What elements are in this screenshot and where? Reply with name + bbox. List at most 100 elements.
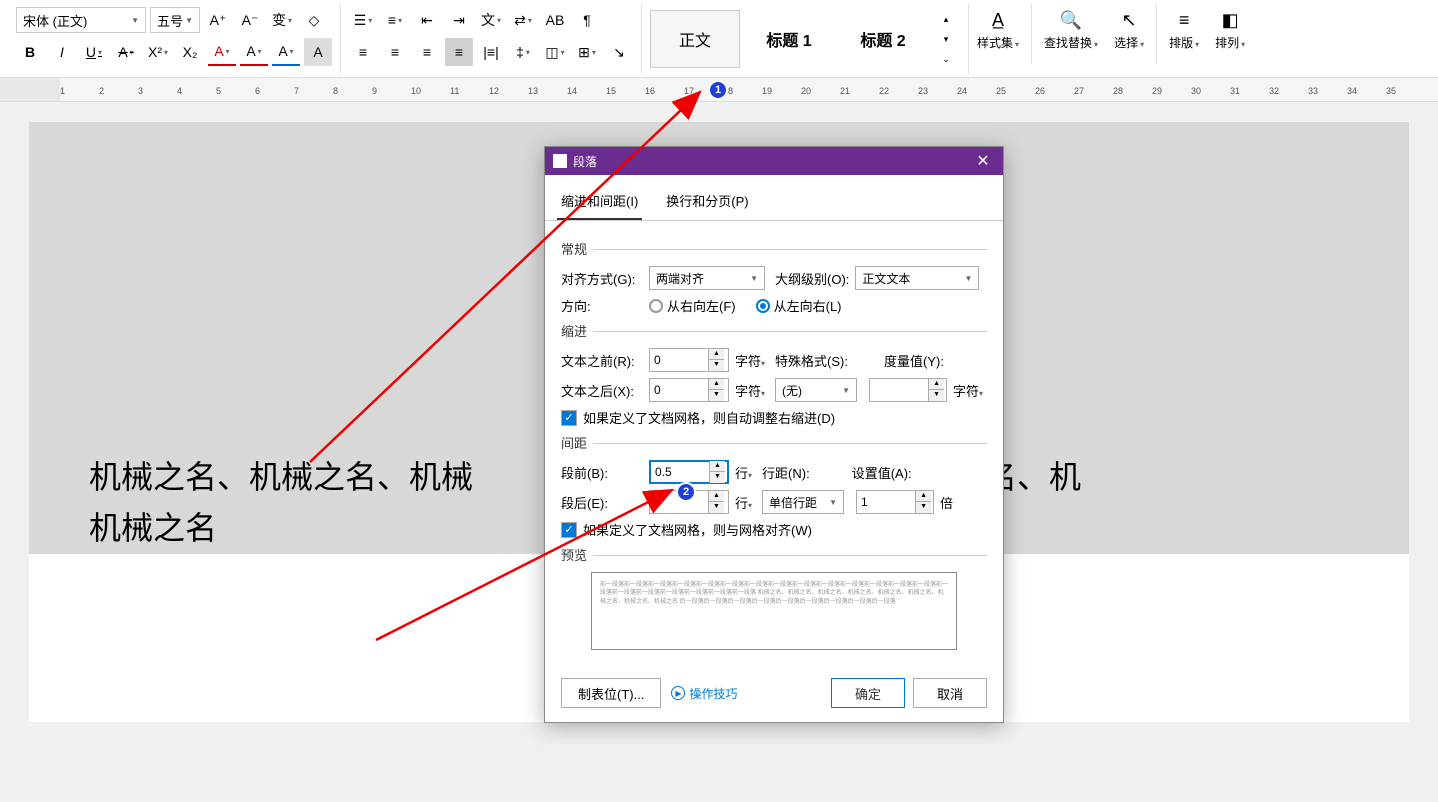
direction-ltr-radio[interactable]: 从左向右(L) [756,296,842,315]
annotation-badge-2: 2 [676,482,696,502]
outline-dropdown[interactable]: 正文文本▼ [855,266,979,290]
sort-button[interactable]: ⇄▾ [509,6,537,34]
borders-button[interactable]: ⊞▾ [573,38,601,66]
styleset-button[interactable]: A̲ 样式集▾ [969,4,1027,55]
styles-up-button[interactable]: ▴ [932,10,960,28]
direction-rtl-radio[interactable]: 从右向左(F) [649,296,736,315]
tab-line-page-breaks[interactable]: 换行和分页(P) [662,183,752,220]
indent-after-spinner[interactable]: ▲▼ [649,378,729,402]
decrease-indent-button[interactable]: ⇤ [413,6,441,34]
styles-more-button[interactable]: ⌄ [932,50,960,68]
paragraph-dialog: 段落 ✕ 缩进和间距(I) 换行和分页(P) 常规 对齐方式(G): 两端对齐▼… [544,146,1004,723]
space-before-label: 段前(B): [561,463,643,482]
clear-format-button[interactable]: ◇ [300,6,328,34]
space-unit: 行▾ [735,463,752,482]
direction-label: 方向: [561,296,643,315]
indent-after-input[interactable] [650,381,708,399]
highlight-button[interactable]: A▾ [240,38,268,66]
bullets-button[interactable]: ☰▾ [349,6,377,34]
select-button[interactable]: ↖ 选择▾ [1106,4,1152,55]
style-heading2[interactable]: 标题 2 [838,10,928,68]
cancel-button[interactable]: 取消 [913,678,987,708]
indent-before-label: 文本之前(R): [561,351,643,370]
line-spacing-button[interactable]: ‡▾ [509,38,537,66]
setvalue-spinner[interactable]: ▲▼ [856,490,934,514]
dialog-titlebar[interactable]: 段落 ✕ [545,147,1003,175]
cursor-icon: ↖ [1117,8,1141,32]
layout-button[interactable]: ≡ 排版▾ [1161,4,1207,55]
font-group: 宋体 (正文)▼ 五号▼ A⁺ A⁻ 变▾ ◇ B I U▾ A▾ X²▾ X₂… [8,4,341,74]
align-justify-button[interactable]: ≡ [445,38,473,66]
font-name-select[interactable]: 宋体 (正文)▼ [16,7,146,33]
shrink-font-button[interactable]: A⁻ [236,6,264,34]
strikethrough-button[interactable]: A▾ [112,38,140,66]
setvalue-input[interactable] [857,493,915,511]
font-color-button[interactable]: A▾ [208,38,236,66]
space-after-label: 段后(E): [561,493,643,512]
linespace-label: 行距(N): [762,463,810,482]
arrange-icon: ◧ [1218,8,1242,32]
superscript-button[interactable]: X²▾ [144,38,172,66]
tab-char-button[interactable]: AB [541,6,569,34]
italic-button[interactable]: I [48,38,76,66]
style-heading1[interactable]: 标题 1 [744,10,834,68]
align-center-button[interactable]: ≡ [381,38,409,66]
char-shading-button[interactable]: A▾ [272,38,300,66]
tabstops-button[interactable]: 制表位(T)... [561,678,661,708]
space-before-input[interactable] [651,463,709,481]
styles-down-button[interactable]: ▾ [932,30,960,48]
tips-link[interactable]: ▶ 操作技巧 [671,685,737,702]
dialog-title-text: 段落 [573,153,597,170]
measure-spinner[interactable]: ▲▼ [869,378,947,402]
measure-label: 度量值(Y): [884,351,944,370]
char-border-button[interactable]: A [304,38,332,66]
tab-indent-spacing[interactable]: 缩进和间距(I) [557,183,642,220]
arrange-button[interactable]: ◧ 排列▾ [1207,4,1253,55]
indent-before-spinner[interactable]: ▲▼ [649,348,729,372]
font-size-select[interactable]: 五号▼ [150,7,200,33]
find-replace-button[interactable]: 🔍 查找替换▾ [1036,4,1106,55]
alignment-dropdown[interactable]: 两端对齐▼ [649,266,765,290]
paragraph-dialog-launcher[interactable]: ↘ [605,38,633,66]
indent-after-label: 文本之后(X): [561,381,643,400]
show-marks-button[interactable]: ¶ [573,6,601,34]
grow-font-button[interactable]: A⁺ [204,6,232,34]
underline-button[interactable]: U▾ [80,38,108,66]
indent-unit2: 字符▾ [735,381,765,400]
indent-before-input[interactable] [650,351,708,369]
dialog-tabs: 缩进和间距(I) 换行和分页(P) [545,175,1003,221]
distribute-button[interactable]: |≡| [477,38,505,66]
close-icon[interactable]: ✕ [971,151,995,171]
alignment-label: 对齐方式(G): [561,269,643,288]
numbering-button[interactable]: ≡▾ [381,6,409,34]
change-case-button[interactable]: 变▾ [268,6,296,34]
section-general: 常规 [561,239,987,258]
section-preview: 预览 [561,545,987,564]
search-icon: 🔍 [1059,8,1083,32]
grid-align-checkbox[interactable]: ✓如果定义了文档网格，则与网格对齐(W) [561,520,812,539]
bold-button[interactable]: B [16,38,44,66]
annotation-badge-1: 1 [708,80,728,100]
grid-indent-checkbox[interactable]: ✓如果定义了文档网格，则自动调整右缩进(D) [561,408,835,427]
special-dropdown[interactable]: (无)▼ [775,378,857,402]
shading-button[interactable]: ◫▾ [541,38,569,66]
subscript-button[interactable]: X₂ [176,38,204,66]
measure-input[interactable] [870,381,928,399]
styles-group: 正文 标题 1 标题 2 ▴ ▾ ⌄ [642,4,969,74]
play-icon: ▶ [671,686,685,700]
setvalue-unit: 倍 [940,493,953,512]
indent-unit: 字符▾ [735,351,765,370]
section-spacing: 间距 [561,433,987,452]
align-right-button[interactable]: ≡ [413,38,441,66]
style-normal[interactable]: 正文 [650,10,740,68]
ok-button[interactable]: 确定 [831,678,905,708]
align-left-button[interactable]: ≡ [349,38,377,66]
ribbon-toolbar: 宋体 (正文)▼ 五号▼ A⁺ A⁻ 变▾ ◇ B I U▾ A▾ X²▾ X₂… [0,0,1438,78]
text-direction-button[interactable]: 文▾ [477,6,505,34]
layout-icon: ≡ [1172,8,1196,32]
section-indent: 缩进 [561,321,987,340]
space-before-spinner[interactable]: ▲▼ [649,460,729,484]
setvalue-label: 设置值(A): [852,463,912,482]
linespace-dropdown[interactable]: 单倍行距▼ [762,490,844,514]
increase-indent-button[interactable]: ⇥ [445,6,473,34]
